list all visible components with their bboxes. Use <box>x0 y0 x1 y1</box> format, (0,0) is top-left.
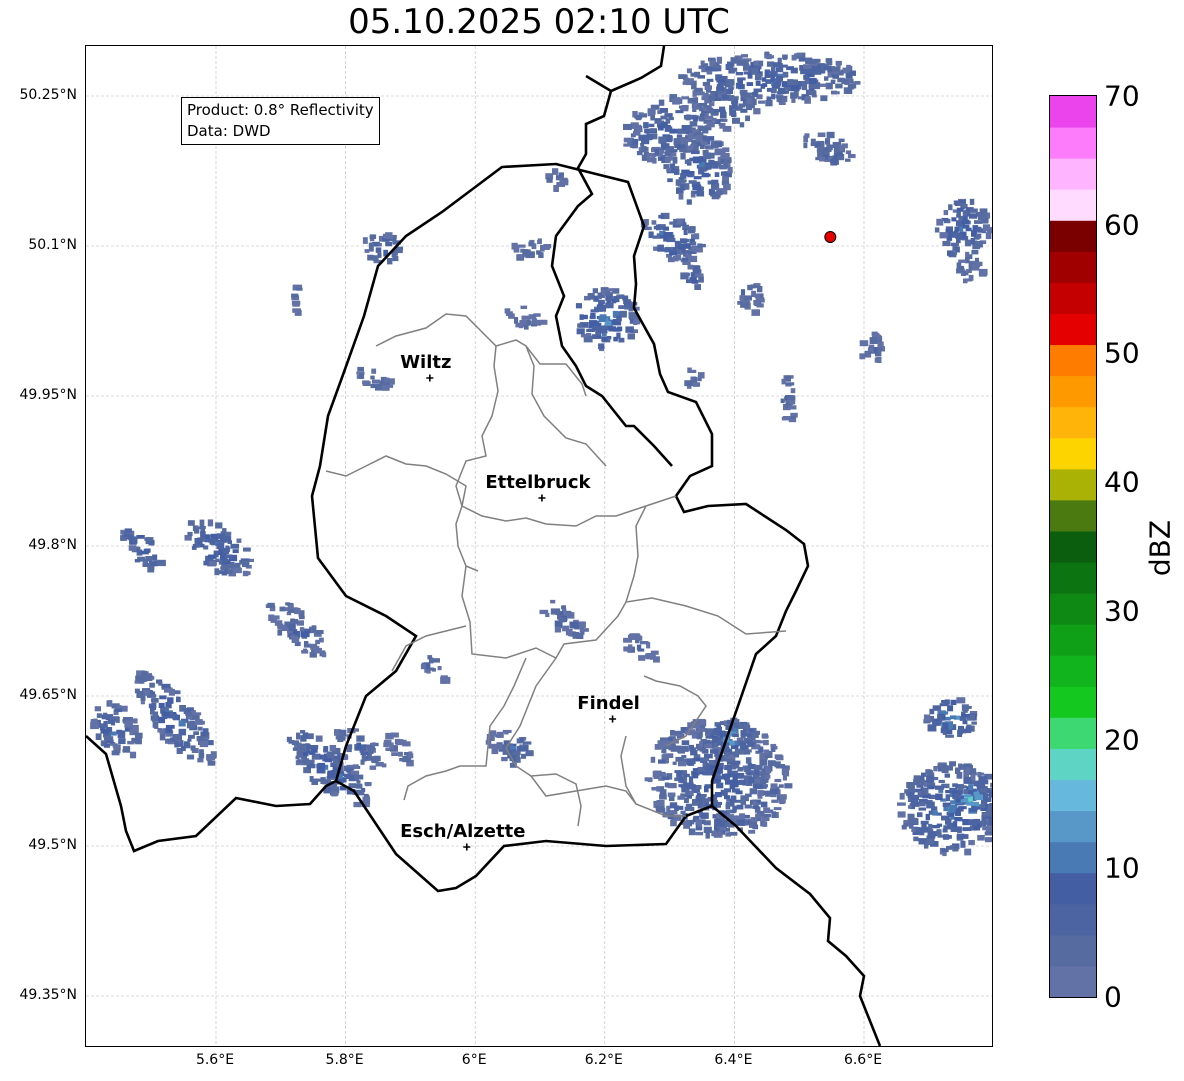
colorbar-tick-label: 70 <box>1104 79 1140 113</box>
colorbar-tick-label: 20 <box>1104 723 1140 757</box>
city-plus-icon <box>463 843 471 851</box>
colorbar-segment <box>1050 872 1096 905</box>
echo-cell <box>485 729 534 768</box>
echo-cell <box>504 305 548 330</box>
echo-cell <box>680 264 704 290</box>
echo-cell <box>640 212 706 265</box>
echo-cell <box>545 168 569 192</box>
echo-cell <box>120 528 166 573</box>
echo-cell <box>623 633 660 663</box>
colorbar-segment <box>1050 810 1096 843</box>
city-plus-icon <box>538 494 546 502</box>
colorbar-tick-label: 60 <box>1104 208 1140 242</box>
longitude-tick-label: 5.6°E <box>195 1052 235 1068</box>
colorbar-segment <box>1050 624 1096 656</box>
city-marker: Ettelbruck <box>485 472 592 502</box>
echo-cell <box>356 366 395 391</box>
colorbar-segment <box>1050 468 1096 501</box>
colorbar-segment <box>1050 375 1096 408</box>
colorbar-segment <box>1050 779 1096 812</box>
colorbar-segment <box>1050 282 1096 314</box>
colorbar-tick-label: 40 <box>1104 465 1140 499</box>
germany-north-border <box>610 46 666 93</box>
colorbar-segment <box>1050 220 1096 252</box>
city-label: Wiltz <box>400 352 451 373</box>
map-title: 05.10.2025 02:10 UTC <box>348 2 730 42</box>
latitude-tick-label: 50.1°N <box>28 237 77 253</box>
echo-cell <box>684 367 705 389</box>
colorbar-segment <box>1050 562 1096 594</box>
echo-cell <box>265 602 327 658</box>
echo-cell <box>575 287 641 352</box>
echo-cell <box>803 131 856 166</box>
echo-cell <box>737 283 765 316</box>
city-plus-icon <box>426 374 434 382</box>
echo-cell <box>923 697 978 738</box>
colorbar-segment <box>1050 934 1096 967</box>
data-source-label: Data: DWD <box>187 122 271 140</box>
colorbar-segment <box>1050 686 1096 718</box>
longitude-tick-label: 6°E <box>461 1052 487 1068</box>
latitude-tick-label: 49.65°N <box>19 687 77 703</box>
longitude-tick-label: 5.8°E <box>325 1052 364 1068</box>
city-marker: Wiltz <box>400 352 451 382</box>
map-panel[interactable]: Wiltz Ettelbruck Findel Esch/Alzette Produc… <box>85 45 993 1047</box>
echo-cell <box>90 700 143 759</box>
colorbar-segment <box>1050 748 1096 781</box>
latitude-tick-label: 50.25°N <box>19 87 77 103</box>
colorbar-tick-label: 10 <box>1104 851 1140 885</box>
longitude-tick-label: 6.4°E <box>714 1052 753 1068</box>
city-label: Ettelbruck <box>485 472 591 493</box>
longitude-tick-label: 6.2°E <box>584 1052 623 1068</box>
colorbar-segment <box>1050 655 1096 687</box>
echo-cell <box>383 732 414 767</box>
colorbar-segment <box>1050 127 1096 159</box>
latitude-tick-label: 49.35°N <box>19 987 77 1003</box>
colorbar <box>1049 95 1097 998</box>
city-label: Esch/Alzette <box>400 821 525 842</box>
colorbar-segment <box>1050 965 1096 998</box>
latitude-tick-label: 49.95°N <box>19 387 77 403</box>
longitude-tick-label: 6.6°E <box>843 1052 883 1068</box>
colorbar-segment <box>1050 251 1096 283</box>
map-canvas[interactable]: Wiltz Ettelbruck Findel Esch/Alzette <box>86 46 992 1046</box>
city-plus-icon <box>609 715 617 723</box>
echo-cell <box>780 375 798 423</box>
colorbar-segment <box>1050 903 1096 936</box>
colorbar-label: dBZ <box>1143 519 1177 577</box>
radar-site-marker <box>824 231 837 243</box>
france-germany-border <box>711 805 882 1046</box>
colorbar-segment <box>1050 344 1096 377</box>
colorbar-tick-label: 30 <box>1104 594 1140 628</box>
colorbar-segment <box>1050 593 1096 625</box>
colorbar-segment <box>1050 189 1096 221</box>
product-info-box: Product: 0.8° Reflectivity Data: DWD <box>181 97 380 145</box>
echo-cell <box>291 284 303 316</box>
latitude-tick-label: 49.5°N <box>28 837 77 853</box>
product-label: Product: 0.8° Reflectivity <box>187 101 374 119</box>
colorbar-segment <box>1050 406 1096 439</box>
colorbar-segment <box>1050 841 1096 874</box>
colorbar-tick-label: 50 <box>1104 336 1140 370</box>
colorbar-segment <box>1050 717 1096 749</box>
colorbar-tick-label: 0 <box>1104 980 1122 1014</box>
echo-cell <box>420 655 451 684</box>
echo-cell <box>859 331 885 363</box>
latitude-tick-label: 49.8°N <box>28 537 77 553</box>
city-label: Findel <box>577 693 640 714</box>
colorbar-segment <box>1050 499 1096 532</box>
city-marker: Findel <box>577 693 640 723</box>
city-markers: Wiltz Ettelbruck Findel Esch/Alzette <box>400 352 640 851</box>
echo-cell <box>511 238 552 261</box>
echo-cell <box>184 519 254 577</box>
echo-cell <box>134 670 217 766</box>
echo-cell <box>539 599 589 639</box>
colorbar-segment <box>1050 158 1096 190</box>
echo-cell <box>644 718 793 839</box>
echo-cell <box>934 198 992 260</box>
colorbar-segment <box>1050 530 1096 563</box>
colorbar-segment <box>1050 313 1096 346</box>
colorbar-segment <box>1050 96 1096 128</box>
colorbar-segment <box>1050 437 1096 470</box>
